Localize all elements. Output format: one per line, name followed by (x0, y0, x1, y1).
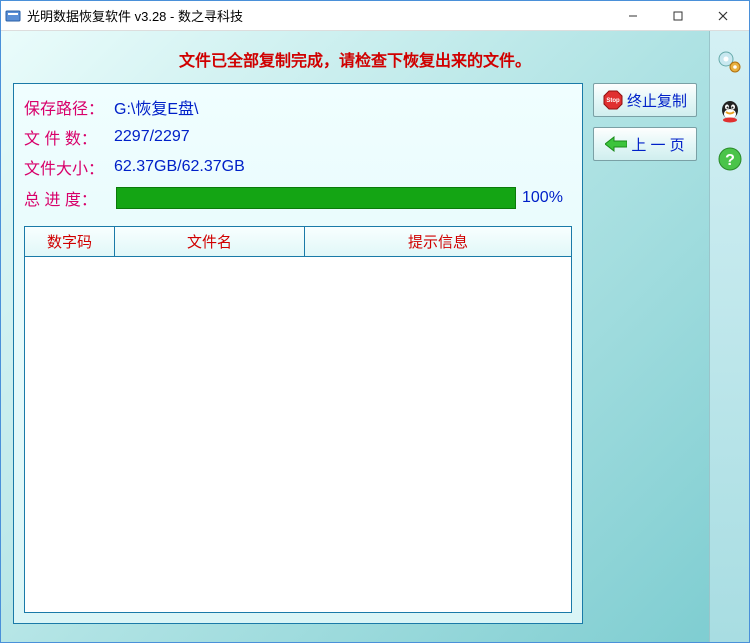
table-body[interactable] (25, 257, 571, 612)
progress-percent: 100% (522, 189, 572, 207)
close-button[interactable] (700, 2, 745, 30)
stop-copy-button[interactable]: Stop 终止复制 (593, 83, 697, 117)
window-controls (610, 2, 745, 30)
file-count-row: 文 件 数： 2297/2297 (24, 122, 572, 152)
info-panel: 保存路径： G:\恢复E盘\ 文 件 数： 2297/2297 文件大小： 62… (13, 83, 583, 624)
result-table: 数字码 文件名 提示信息 (24, 226, 572, 613)
right-sidebar: ? (709, 31, 749, 642)
prev-page-label: 上 一 页 (631, 134, 684, 155)
progress-bar (116, 187, 516, 209)
maximize-button[interactable] (655, 2, 700, 30)
stop-icon: Stop (603, 90, 623, 110)
svg-text:Stop: Stop (606, 98, 620, 104)
minimize-button[interactable] (610, 2, 655, 30)
titlebar[interactable]: 光明数据恢复软件 v3.28 - 数之寻科技 (1, 1, 749, 31)
prev-page-button[interactable]: 上 一 页 (593, 127, 697, 161)
save-path-row: 保存路径： G:\恢复E盘\ (24, 92, 572, 122)
save-path-value: G:\恢复E盘\ (114, 95, 198, 119)
column-filename[interactable]: 文件名 (115, 227, 305, 257)
svg-text:?: ? (725, 152, 735, 169)
settings-icon[interactable] (716, 49, 744, 77)
side-buttons: Stop 终止复制 上 一 页 (593, 83, 697, 624)
save-path-label: 保存路径： (24, 95, 114, 119)
stop-copy-label: 终止复制 (627, 90, 687, 111)
window-title: 光明数据恢复软件 v3.28 - 数之寻科技 (27, 6, 610, 25)
column-message[interactable]: 提示信息 (305, 227, 571, 257)
app-icon (5, 8, 21, 24)
column-code[interactable]: 数字码 (25, 227, 115, 257)
content-row: 保存路径： G:\恢复E盘\ 文 件 数： 2297/2297 文件大小： 62… (13, 83, 697, 624)
status-message: 文件已全部复制完成，请检查下恢复出来的文件。 (13, 41, 697, 83)
app-window: 光明数据恢复软件 v3.28 - 数之寻科技 文件已全部复制完成，请检查下恢复出… (0, 0, 750, 643)
qq-icon[interactable] (716, 97, 744, 125)
help-icon[interactable]: ? (716, 145, 744, 173)
table-header: 数字码 文件名 提示信息 (25, 227, 571, 257)
info-rows: 保存路径： G:\恢复E盘\ 文 件 数： 2297/2297 文件大小： 62… (24, 92, 572, 220)
main-area: 文件已全部复制完成，请检查下恢复出来的文件。 保存路径： G:\恢复E盘\ 文 … (1, 31, 709, 642)
file-size-label: 文件大小： (24, 155, 114, 179)
body-area: 文件已全部复制完成，请检查下恢复出来的文件。 保存路径： G:\恢复E盘\ 文 … (1, 31, 749, 642)
file-count-label: 文 件 数： (24, 125, 114, 149)
file-size-value: 62.37GB/62.37GB (114, 158, 245, 176)
progress-row: 总 进 度： 100% (24, 182, 572, 220)
file-count-value: 2297/2297 (114, 128, 190, 146)
arrow-left-icon (605, 136, 627, 152)
file-size-row: 文件大小： 62.37GB/62.37GB (24, 152, 572, 182)
progress-label: 总 进 度： (24, 186, 114, 210)
